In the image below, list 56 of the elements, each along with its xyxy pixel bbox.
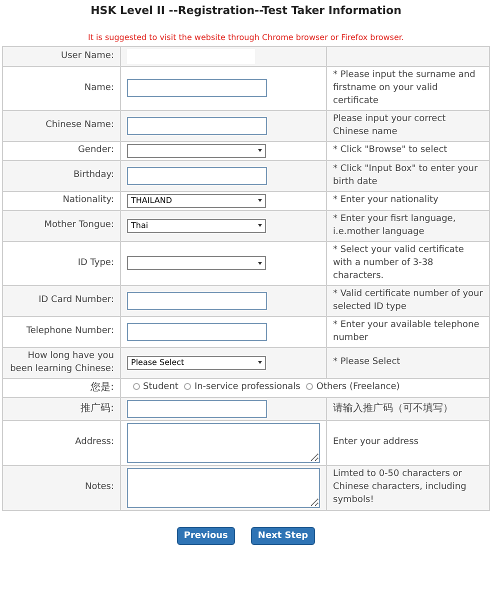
caret-icon — [258, 149, 262, 152]
input-field[interactable] — [127, 116, 267, 134]
field-hint: * Enter your available telephone number — [333, 320, 480, 342]
field-label: User Name: — [61, 50, 114, 60]
input-field[interactable] — [127, 400, 267, 418]
caret-icon — [258, 262, 262, 264]
field-label: ID Type: — [78, 258, 114, 268]
field-hint: * Please Select — [333, 357, 400, 367]
radio-button[interactable] — [184, 383, 192, 390]
field-hint: * Click "Browse" to select — [333, 145, 448, 155]
field-label: Telephone Number: — [26, 326, 114, 336]
select-field[interactable] — [127, 144, 266, 158]
field-hint: * Select your valid certificate with a number of 3-38 characters. — [333, 244, 464, 280]
field-hint: Enter your address — [333, 437, 418, 447]
select-field[interactable]: THAILAND — [127, 194, 266, 208]
field-hint: Please input your correct Chinese name — [333, 114, 446, 136]
input-field[interactable] — [127, 292, 267, 310]
select-field[interactable] — [127, 256, 266, 270]
field-hint: * Please input the surname and firstname on your valid certificate — [333, 70, 476, 106]
radio-button[interactable] — [133, 383, 140, 390]
field-hint: * Click "Input Box" to enter your birth date — [333, 164, 478, 186]
nav-button[interactable]: Next Step — [250, 526, 316, 544]
text-area[interactable] — [127, 422, 320, 462]
field-label: Gender: — [78, 145, 114, 155]
field-label: 推广码: — [80, 402, 114, 414]
radio-button[interactable] — [306, 383, 314, 390]
field-label: Mother Tongue: — [44, 220, 114, 230]
field-label: 您是: — [90, 382, 114, 392]
caret-icon — [258, 199, 262, 202]
field-label: Birthday: — [73, 170, 114, 180]
text-area[interactable] — [127, 468, 320, 508]
field-label: How long have you been learning Chinese: — [10, 350, 114, 374]
caret-icon — [258, 361, 262, 364]
field-label: Notes: — [84, 482, 114, 492]
input-field[interactable] — [127, 322, 267, 340]
field-hint: 请输入推广码（可不填写） — [333, 402, 453, 414]
nav-button[interactable]: Previous — [176, 526, 235, 544]
browser-notice: It is suggested to visit the website through Chrome browser or Firefox browser. — [87, 32, 405, 44]
caret-icon — [258, 224, 262, 227]
field-label: Chinese Name: — [46, 120, 114, 130]
field-hint: * Enter your fisrt language, i.e.mother language — [333, 214, 456, 236]
field-hint: * Enter your nationality — [333, 195, 438, 205]
radio-label[interactable]: In-service professionals — [194, 382, 300, 392]
radio-label[interactable]: Student — [143, 382, 178, 392]
field-label: ID Card Number: — [38, 295, 114, 305]
page-title: HSK Level II --Registration--Test Taker Information — [90, 3, 402, 19]
field-label: Name: — [84, 82, 114, 92]
field-hint: * Valid certificate number of your selected ID type — [333, 288, 483, 312]
input-field[interactable] — [127, 79, 267, 97]
field-hint: Limted to 0-50 characters or Chinese characters, including symbols! — [333, 469, 466, 505]
select-field[interactable]: Thai — [127, 218, 266, 232]
field-label: Nationality: — [62, 195, 114, 205]
field-label: Address: — [75, 437, 114, 447]
input-field[interactable] — [127, 166, 267, 184]
select-field[interactable]: Please Select — [127, 356, 266, 370]
radio-label[interactable]: Others (Freelance) — [316, 382, 400, 392]
